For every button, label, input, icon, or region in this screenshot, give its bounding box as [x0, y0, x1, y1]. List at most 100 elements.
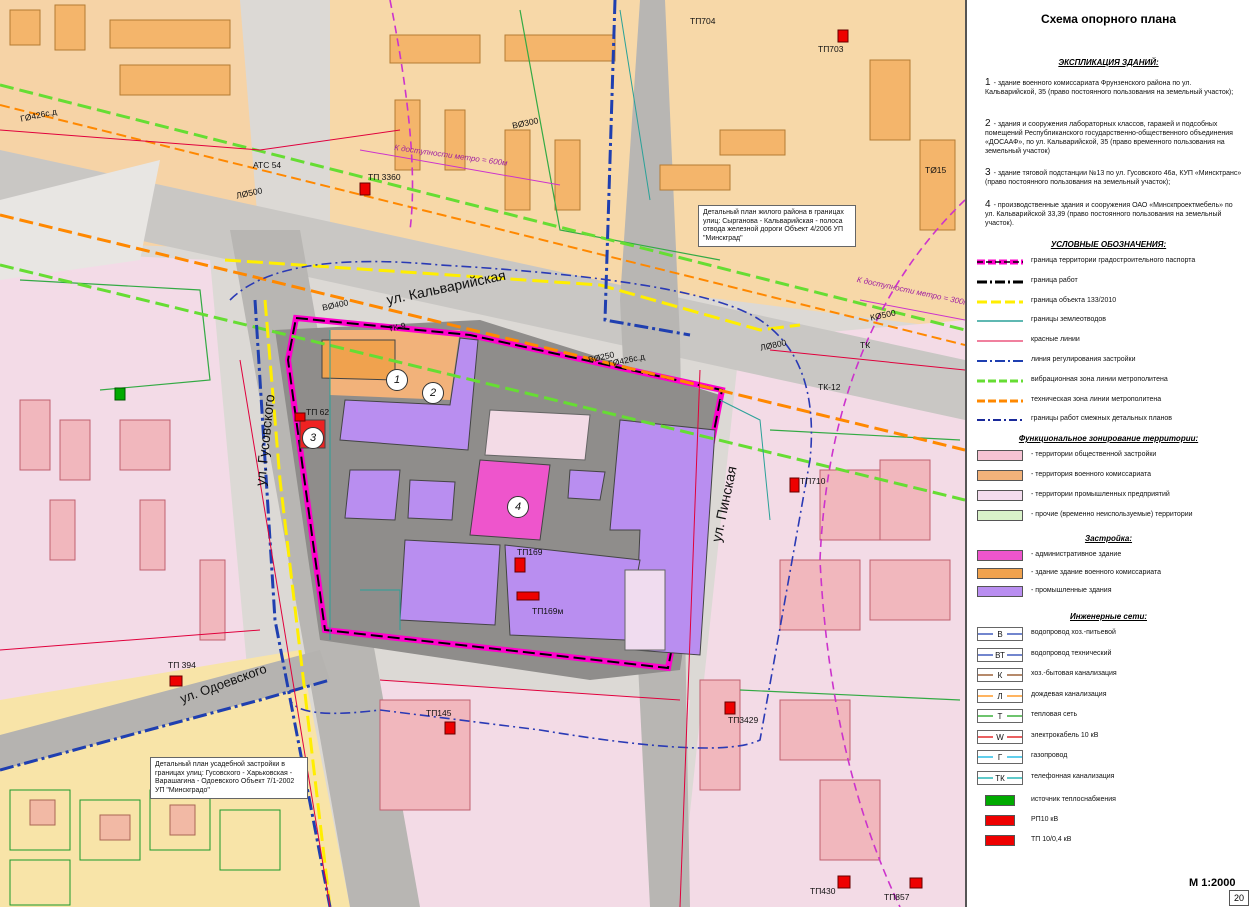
network-label: АТС 54: [253, 160, 282, 170]
legend-network-item: ВТ водопровод технический: [973, 647, 1249, 663]
legend-network-item: Кхоз.-бытовая канализация: [973, 667, 1249, 683]
legend-item-label: ТП 10/0,4 кВ: [1031, 836, 1072, 843]
legend-zoning-item: - прочие (временно неиспользуемые) терри…: [973, 508, 1249, 524]
legend-item-label: граница объекта 133/2010: [1031, 296, 1117, 304]
legend-building-item: - промышленные здания: [973, 584, 1249, 600]
legend-item-label: граница территории градостроительного па…: [1031, 257, 1196, 264]
tp-label: ТП169: [517, 547, 543, 557]
building-number-3: 3: [302, 427, 324, 449]
legend-network-code: ВТ: [995, 651, 1005, 660]
legend-color-swatch: [977, 568, 1023, 579]
legend-item-label: - здание здание военного комиссариата: [1031, 569, 1162, 576]
legend-network-code: Г: [998, 753, 1003, 762]
tp-label: ТП710: [800, 476, 826, 486]
tp-label: ТП430: [810, 886, 836, 896]
legend-network-code: Т: [998, 712, 1003, 721]
tp-label: ТП3429: [728, 715, 759, 725]
legend-color-swatch: [985, 815, 1015, 826]
map-scale: М 1:2000: [1189, 877, 1236, 889]
legend-item-label: - территории общественной застройки: [1031, 451, 1157, 458]
legend-line-swatch: [977, 280, 1023, 284]
legend-convention-item: границы работ смежных детальных планов: [973, 412, 1249, 428]
legend-item-label: тепловая сеть: [1031, 711, 1078, 718]
legend-color-swatch: [977, 586, 1023, 597]
legend-item-label: дождевая канализация: [1031, 690, 1107, 698]
tp-label: ТП704: [690, 16, 716, 26]
legend-convention-item: красные линии: [973, 333, 1249, 349]
legend-network-code: Л: [997, 692, 1002, 701]
legend-source-item: РП10 кВ: [973, 813, 1249, 829]
tp-label: ТП 3360: [368, 172, 401, 182]
legend-color-swatch: [977, 450, 1023, 461]
legend-title: Схема опорного плана: [1040, 12, 1177, 26]
legend-source-item: ТП 10/0,4 кВ: [973, 833, 1249, 849]
tp-label: ТП 394: [168, 660, 196, 670]
legend-item-label: РП10 кВ: [1031, 816, 1059, 823]
legend-network-swatch: Г: [977, 750, 1023, 764]
legend-item-label: - территории промышленных предприятий: [1031, 491, 1170, 498]
detail-plan-note-bottom: Детальный план усадебной застройки в гра…: [150, 757, 308, 799]
legend-item-label: электрокабель 10 кВ: [1031, 731, 1099, 739]
legend-convention-item: вибрационная зона линии метрополитена: [973, 373, 1249, 389]
legend-color-swatch: [977, 550, 1023, 561]
tp-label: ТП857: [884, 892, 910, 902]
network-label: ТØ15: [925, 165, 947, 175]
legend-network-swatch: В: [977, 627, 1023, 641]
legend-item-label: линия регулирования застройки: [1031, 356, 1136, 363]
legend-item-label: водопровод технический: [1031, 649, 1112, 657]
legend-item-label: - административное здание: [1031, 551, 1122, 558]
legend-zoning-item: - территория военного комиссариата: [973, 468, 1249, 484]
legend-convention-item: граница объекта 133/2010: [973, 294, 1249, 310]
legend-item-label: - промышленные здания: [1031, 587, 1112, 594]
legend-convention-item: техническая зона линии метрополитена: [973, 393, 1249, 409]
legend-convention-item: линия регулирования застройки: [973, 353, 1249, 369]
network-label: ТК-12: [818, 382, 841, 392]
tp-label: ТП 62: [306, 407, 330, 417]
legend-item-label: красные линии: [1031, 336, 1080, 344]
legend-item-label: техническая зона линии метрополитена: [1031, 395, 1162, 403]
legend-zoning-item: - территории общественной застройки: [973, 448, 1249, 464]
legend-network-swatch: ВТ: [977, 647, 1023, 662]
legend-network-item: Wэлектрокабель 10 кВ: [973, 729, 1249, 745]
legend-zoning-item: - территории промышленных предприятий: [973, 488, 1249, 504]
building-number-4: 4: [507, 496, 529, 518]
legend-network-swatch: Т: [977, 709, 1023, 723]
zoning-header: Функциональное зонирование территории:: [1018, 434, 1199, 443]
legend-color-swatch: [985, 795, 1015, 806]
buildings-header: Застройка:: [1084, 534, 1133, 543]
legend-network-item: Лдождевая канализация: [973, 688, 1249, 704]
tp-label: ТП169м: [532, 606, 564, 616]
legend-network-code: W: [996, 733, 1004, 742]
legend-network-swatch: ТК: [977, 770, 1023, 785]
tp-label: ТП703: [818, 44, 844, 54]
legend-item-label: газопровод: [1031, 752, 1068, 759]
legend-line-swatch: [977, 300, 1023, 304]
legend-line-swatch: [977, 320, 1023, 323]
legend-network-code: ТК: [995, 774, 1005, 783]
legend-convention-item: граница территории градостроительного па…: [973, 254, 1249, 270]
page-number: 20: [1229, 890, 1249, 906]
legend-line-swatch: [977, 360, 1023, 362]
legend-item-label: границы землеотводов: [1031, 316, 1106, 324]
legend-color-swatch: [985, 835, 1015, 846]
legend-item-label: водопровод хоз.-питьевой: [1031, 629, 1116, 636]
legend-item-label: - территория военного комиссариата: [1031, 471, 1152, 478]
legend-convention-item: граница работ: [973, 274, 1249, 290]
legend-source-item: источник теплоснабжения: [973, 793, 1249, 809]
legend-line-swatch: [977, 340, 1023, 342]
conventions-header: УСЛОВНЫЕ ОБОЗНАЧЕНИЯ:: [1050, 240, 1167, 249]
legend-network-item: Вводопровод хоз.-питьевой: [973, 626, 1249, 642]
explication-item-3: 3- здание тяговой подстанции №13 по ул. …: [985, 167, 1242, 187]
legend-line-swatch: [977, 419, 1023, 422]
legend-color-swatch: [977, 470, 1023, 481]
map-area[interactable]: ул. Кальварийская ул. Гусовского ул. Пин…: [0, 0, 965, 907]
legend-network-item: Ттепловая сеть: [973, 708, 1249, 724]
legend-building-item: - административное здание: [973, 548, 1249, 564]
legend-network-swatch: Л: [977, 688, 1023, 703]
map-drawing: [0, 0, 965, 907]
legend-item-label: - прочие (временно неиспользуемые) терри…: [1031, 511, 1193, 518]
explication-item-1: 1- здание военного комиссариата Фрунзенс…: [985, 77, 1234, 97]
legend-network-swatch: W: [977, 729, 1023, 744]
explication-header: ЭКСПЛИКАЦИЯ ЗДАНИЙ:: [1058, 58, 1159, 67]
legend-color-swatch: [977, 490, 1023, 501]
